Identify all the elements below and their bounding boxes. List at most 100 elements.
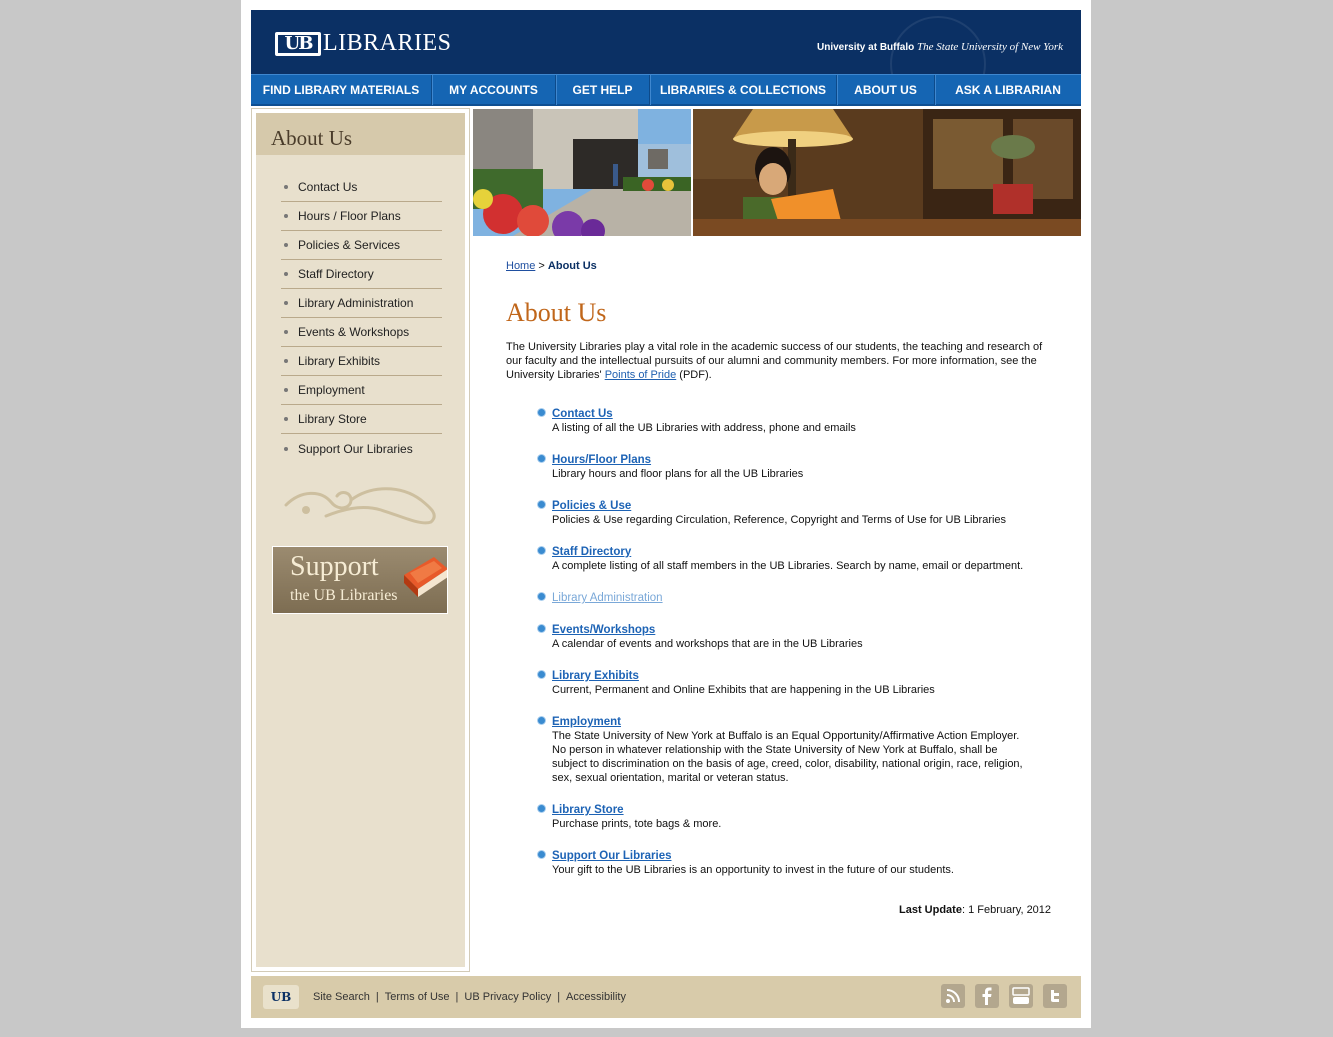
sidebar-item-support-our-libraries[interactable]: Support Our Libraries (281, 434, 442, 463)
social-links (941, 984, 1067, 1008)
university-tagline[interactable]: University at Buffalo The State Universi… (817, 41, 1063, 53)
privacy-policy-link[interactable]: UB Privacy Policy (464, 991, 551, 1003)
rss-icon[interactable] (941, 984, 965, 1008)
sidebar-item-label: Contact Us (298, 180, 358, 194)
bullet-icon (538, 805, 545, 812)
bullet-icon (284, 243, 288, 247)
page: UB LIBRARIES University at Buffalo The S… (241, 0, 1091, 1028)
nav-ask-a-librarian[interactable]: ASK A LIBRARIAN (935, 75, 1081, 105)
ub-logo-mark: UB (275, 31, 321, 56)
bullet-icon (538, 501, 545, 508)
main-nav: FIND LIBRARY MATERIALS MY ACCOUNTS GET H… (251, 74, 1081, 106)
sidebar-item-label: Employment (298, 383, 365, 397)
sidebar-item-library-store[interactable]: Library Store (281, 405, 442, 434)
sidebar-item-hours-floor-plans[interactable]: Hours / Floor Plans (281, 202, 442, 231)
sidebar-item-library-exhibits[interactable]: Library Exhibits (281, 347, 442, 376)
library-store-link[interactable]: Library Store (552, 803, 1038, 817)
support-banner-line1: Support (290, 551, 379, 582)
link-description: The State University of New York at Buff… (552, 730, 1023, 784)
bullet-icon (284, 388, 288, 392)
list-item: Contact Us A listing of all the UB Librar… (538, 407, 1038, 453)
nav-about-us[interactable]: ABOUT US (837, 75, 935, 105)
support-ub-libraries-banner[interactable]: Support the UB Libraries (272, 546, 448, 614)
staff-directory-link[interactable]: Staff Directory (552, 545, 1038, 559)
link-description: Your gift to the UB Libraries is an oppo… (552, 864, 954, 876)
list-item: Hours/Floor Plans Library hours and floor… (538, 453, 1038, 499)
bullet-icon (538, 547, 545, 554)
sidebar-item-employment[interactable]: Employment (281, 376, 442, 405)
last-update: Last Update: 1 February, 2012 (899, 904, 1051, 916)
sidebar-item-label: Library Administration (298, 296, 414, 310)
sidebar-item-contact-us[interactable]: Contact Us (281, 173, 442, 202)
sidebar-item-policies-services[interactable]: Policies & Services (281, 231, 442, 260)
sidebar-item-library-administration[interactable]: Library Administration (281, 289, 442, 318)
sidebar-menu: Contact Us Hours / Floor Plans Policies … (281, 173, 442, 463)
about-links-list: Contact Us A listing of all the UB Librar… (538, 407, 1038, 881)
sidebar-item-label: Policies & Services (298, 238, 401, 252)
sidebar-item-staff-directory[interactable]: Staff Directory (281, 260, 442, 289)
ub-libraries-logo[interactable]: UB LIBRARIES (275, 30, 452, 57)
breadcrumb-current: About Us (547, 260, 597, 272)
sidebar-item-label: Hours / Floor Plans (298, 209, 401, 223)
ub-footer-logo[interactable]: UB (263, 985, 299, 1009)
events-workshops-link[interactable]: Events/Workshops (552, 623, 1038, 637)
bullet-icon (284, 301, 288, 305)
page-title: About Us (506, 298, 607, 327)
sidebar-item-events-workshops[interactable]: Events & Workshops (281, 318, 442, 347)
bullet-icon (538, 671, 545, 678)
bullet-icon (538, 625, 545, 632)
student-studying-photo (693, 109, 1081, 236)
support-our-libraries-link[interactable]: Support Our Libraries (552, 849, 1038, 863)
hours-floor-plans-link[interactable]: Hours/Floor Plans (552, 453, 1038, 467)
youtube-icon[interactable] (1009, 984, 1033, 1008)
library-administration-link[interactable]: Library Administration (552, 591, 1038, 605)
link-description: A calendar of events and workshops that … (552, 638, 863, 650)
footer-separator: | (375, 991, 379, 1003)
list-item: Library Administration (538, 591, 1038, 623)
twitter-icon[interactable] (1043, 984, 1067, 1008)
list-item: Library Exhibits Current, Permanent and O… (538, 669, 1038, 715)
bullet-icon (284, 359, 288, 363)
sidebar: About Us Contact Us Hours / Floor Plans … (251, 108, 470, 972)
nav-get-help[interactable]: GET HELP (556, 75, 650, 105)
sidebar-item-label: Library Store (298, 412, 367, 426)
contact-us-link[interactable]: Contact Us (552, 407, 1038, 421)
bullet-icon (538, 851, 545, 858)
bullet-icon (538, 455, 545, 462)
policies-use-link[interactable]: Policies & Use (552, 499, 1038, 513)
intro-text: The University Libraries play a vital ro… (506, 341, 1043, 381)
suny-name: The State University of New York (917, 41, 1063, 53)
bullet-icon (284, 417, 288, 421)
site-footer: UB Site Search | Terms of Use | UB Priva… (251, 976, 1081, 1018)
facebook-icon[interactable] (975, 984, 999, 1008)
nav-libraries-collections[interactable]: LIBRARIES & COLLECTIONS (650, 75, 837, 105)
site-search-link[interactable]: Site Search (313, 991, 370, 1003)
employment-link[interactable]: Employment (552, 715, 1038, 729)
terms-of-use-link[interactable]: Terms of Use (385, 991, 450, 1003)
university-name: University at Buffalo (817, 42, 915, 53)
library-exhibits-link[interactable]: Library Exhibits (552, 669, 1038, 683)
bullet-icon (284, 446, 288, 451)
link-description: Current, Permanent and Online Exhibits t… (552, 684, 935, 696)
site-header: UB LIBRARIES University at Buffalo The S… (251, 10, 1081, 74)
nav-find-library-materials[interactable]: FIND LIBRARY MATERIALS (251, 75, 432, 105)
sidebar-item-label: Support Our Libraries (298, 441, 413, 456)
link-description: A listing of all the UB Libraries with a… (552, 422, 856, 434)
bullet-icon (284, 330, 288, 334)
nav-my-accounts[interactable]: MY ACCOUNTS (432, 75, 556, 105)
last-update-label: Last Update (899, 904, 962, 916)
accessibility-link[interactable]: Accessibility (566, 991, 626, 1003)
list-item: Policies & Use Policies & Use regarding C… (538, 499, 1038, 545)
breadcrumb-separator: > (538, 260, 545, 272)
breadcrumb-home-link[interactable]: Home (506, 260, 535, 272)
book-icon (404, 557, 447, 597)
bullet-icon (284, 214, 288, 218)
points-of-pride-link[interactable]: Points of Pride (605, 369, 677, 381)
link-description: Policies & Use regarding Circulation, Re… (552, 514, 1007, 526)
list-item: Library Store Purchase prints, tote bags … (538, 803, 1038, 849)
sidebar-title: About Us (256, 113, 465, 155)
breadcrumb: Home > About Us (506, 260, 597, 272)
bullet-icon (538, 409, 545, 416)
decorative-flourish-icon (284, 487, 436, 525)
link-description: Purchase prints, tote bags & more. (552, 818, 722, 830)
